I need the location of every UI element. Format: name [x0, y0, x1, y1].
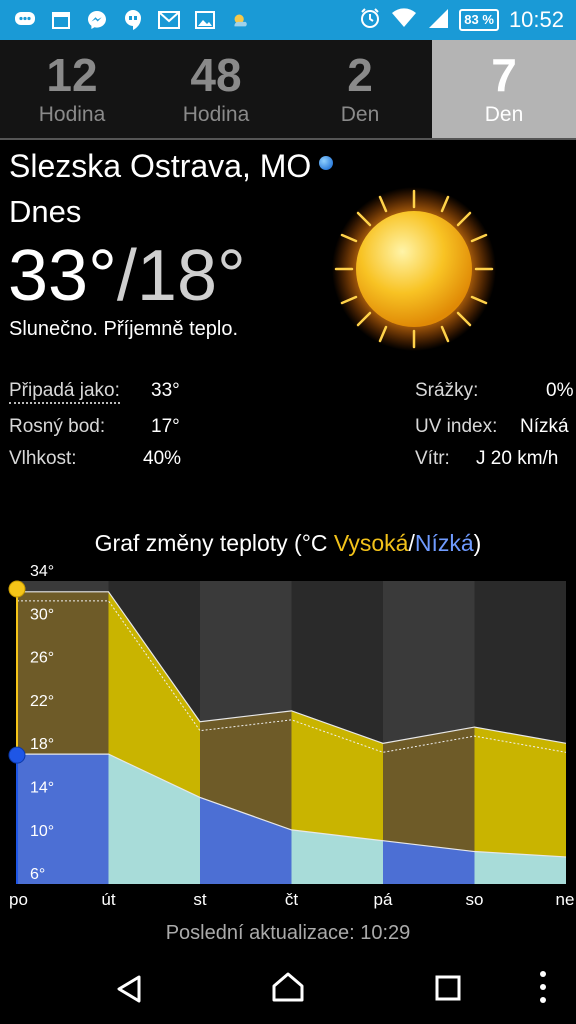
hangouts-icon — [122, 9, 144, 31]
humidity-label: Vlhkost: — [9, 448, 77, 469]
wind-label: Vítr: — [415, 448, 450, 469]
location-name: Slezska Ostrava, MO — [9, 148, 312, 184]
y-tick-label: 22° — [30, 693, 54, 710]
home-icon[interactable] — [271, 970, 305, 1009]
y-tick-label: 6° — [30, 866, 45, 883]
chart-title-suffix: ) — [473, 530, 482, 556]
tab-label: Den — [340, 103, 380, 126]
temp-low: 18° — [136, 236, 246, 316]
location-title[interactable]: Slezska Ostrava, MO — [9, 148, 334, 185]
tab-label: Hodina — [38, 103, 106, 126]
high-area-segment — [383, 727, 475, 852]
x-tick-label: čt — [285, 890, 299, 909]
wind-value: J 20 km/h — [476, 448, 559, 469]
temperature-chart[interactable]: 34° 30° 26° 22° 18° 14° 10° 6° po út st čt pá so ne — [0, 555, 576, 915]
gallery-icon — [194, 9, 216, 31]
status-time: 10:52 — [508, 7, 564, 32]
condition-text: Slunečno. Příjemně teplo. — [9, 318, 239, 340]
y-tick-label: 18° — [30, 736, 54, 753]
x-tick-label: st — [193, 890, 207, 909]
feels-like-value: 33° — [151, 380, 180, 401]
chart-title-prefix: Graf změny teploty (°C — [94, 530, 334, 556]
x-tick-label: pá — [374, 890, 393, 909]
tab-48-hours[interactable]: 48 Hodina — [144, 40, 288, 138]
last-updated: Poslední aktualizace: 10:29 — [165, 922, 411, 944]
chart-title-low: Nízká — [414, 530, 474, 556]
low-area-segment — [17, 754, 109, 884]
humidity-value: 40% — [143, 448, 182, 469]
forecast-tabs: 12 Hodina 48 Hodina 2 Den 7 Den — [0, 40, 576, 140]
y-tick-label: 34° — [30, 563, 54, 580]
more-icon[interactable] — [536, 970, 550, 1009]
gmail-icon — [158, 9, 180, 31]
dew-point-value: 17° — [151, 416, 180, 437]
messenger-icon — [86, 9, 108, 31]
tab-number: 2 — [347, 49, 373, 101]
x-tick-label: po — [9, 890, 28, 909]
location-marker-icon — [319, 155, 334, 170]
y-tick-label: 30° — [30, 606, 54, 623]
day-label: Dnes — [9, 194, 82, 229]
wifi-icon — [391, 7, 417, 34]
chart-title-high: Vysoká — [333, 530, 409, 556]
back-icon[interactable] — [113, 973, 145, 1010]
battery-indicator: 83 % — [459, 9, 499, 31]
y-tick-label: 14° — [30, 780, 54, 797]
tab-2-days[interactable]: 2 Den — [288, 40, 432, 138]
status-bar: 83 % 10:52 — [0, 0, 576, 40]
dew-point-label: Rosný bod: — [9, 416, 106, 437]
precipitation-label: Srážky: — [415, 380, 479, 401]
navigation-bar — [0, 960, 576, 1024]
tab-7-days[interactable]: 7 Den — [432, 40, 576, 138]
y-tick-label: 26° — [30, 650, 54, 667]
uv-index-value: Nízká — [520, 416, 569, 437]
feels-like-label[interactable]: Připadá jako: — [9, 380, 120, 404]
high-now-marker — [8, 580, 26, 598]
calendar-icon — [50, 9, 72, 31]
tab-number: 48 — [190, 49, 242, 101]
sunny-icon — [330, 185, 498, 353]
tab-label: Hodina — [182, 103, 250, 126]
tab-number: 7 — [491, 49, 517, 101]
x-tick-label: út — [101, 890, 115, 909]
low-now-marker — [8, 746, 26, 764]
precipitation-value: 0% — [546, 380, 574, 401]
tab-number: 12 — [46, 49, 98, 101]
chart-title: Graf změny teploty (°C Vysoká/Nízká) — [0, 530, 576, 557]
temperature-range: 33°/18° — [8, 236, 246, 316]
x-tick-label: ne — [556, 890, 575, 909]
alarm-icon — [359, 7, 381, 34]
recents-icon[interactable] — [434, 974, 462, 1007]
temp-separator: / — [116, 236, 137, 316]
chat-icon — [14, 9, 36, 31]
high-area-segment — [474, 727, 566, 857]
x-tick-label: so — [466, 890, 484, 909]
tab-12-hours[interactable]: 12 Hodina — [0, 40, 144, 138]
signal-icon — [427, 7, 449, 34]
temp-high: 33° — [8, 236, 117, 316]
uv-index-label: UV index: — [415, 416, 498, 437]
weather-widget-icon — [230, 9, 252, 31]
y-tick-label: 10° — [30, 823, 54, 840]
tab-label: Den — [484, 103, 524, 126]
